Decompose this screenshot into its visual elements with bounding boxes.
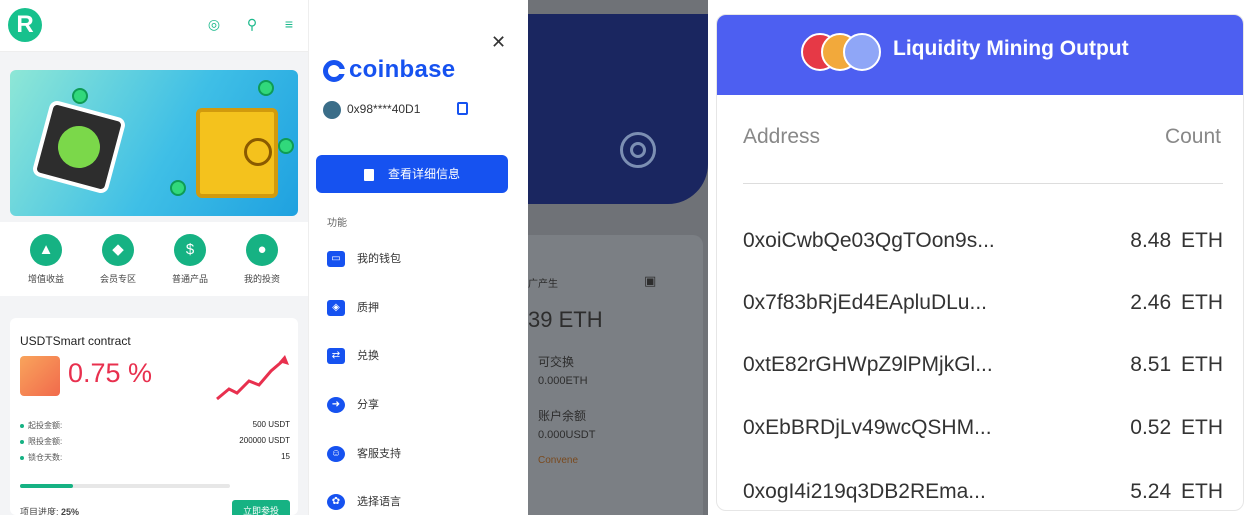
menu-item-exchange[interactable]: ⇄ 兑换	[327, 347, 379, 365]
dimmed-page-panel: 广产生 ▣ 39 ETH 可交换 0.000ETH 账户余额 0.000USDT…	[528, 0, 708, 515]
column-count: Count	[1164, 125, 1221, 148]
promo-banner[interactable]	[10, 70, 298, 216]
language-icon: ✿	[327, 494, 345, 511]
dimmed-card: 广产生 ▣ 39 ETH 可交换 0.000ETH 账户余额 0.000USDT…	[528, 235, 703, 515]
headset-icon[interactable]: ◎	[205, 15, 223, 33]
wallet-address: 0x98****40D1	[347, 102, 421, 116]
share-icon: ➜	[327, 397, 345, 414]
diamond-icon: ◆	[102, 234, 134, 266]
invest-button[interactable]: 立即参投	[232, 500, 290, 515]
balance-value: 0.000USDT	[538, 429, 596, 441]
progress-bar	[20, 484, 230, 488]
section-label: 功能	[327, 218, 347, 229]
exchange-label: 可交换	[538, 355, 575, 369]
nav-item-member[interactable]: ◆ 会员专区	[88, 234, 148, 285]
menu-icon[interactable]: ≡	[280, 15, 298, 33]
product-rate: 0.75 %	[68, 358, 153, 388]
table-row: 0x7f83bRjEd4EApluDLu... 2.46 ETH	[743, 291, 1223, 314]
nav-item-investment[interactable]: ● 我的投资	[232, 234, 292, 285]
column-address: Address	[743, 125, 821, 148]
convene-link: Convene	[538, 455, 579, 466]
exchange-icon: ⇄	[327, 348, 345, 365]
wallet-icon: ▭	[327, 251, 345, 268]
quick-nav: ▲ 增值收益 ◆ 会员专区 $ 普通产品 ● 我的投资	[0, 222, 308, 296]
menu-item-pledge[interactable]: ◈ 质押	[327, 299, 379, 317]
liquidity-title: Liquidity Mining Output	[893, 37, 1129, 60]
menu-item-support[interactable]: ☺ 客服支持	[327, 445, 401, 463]
close-icon[interactable]: ✕	[491, 32, 506, 53]
cube-illustration	[31, 99, 127, 195]
table-row: 0xogI4i219q3DB2REma... 5.24 ETH	[743, 480, 1223, 503]
liquidity-header: Liquidity Mining Output	[717, 15, 1243, 95]
nav-item-income[interactable]: ▲ 增值收益	[16, 234, 76, 285]
menu-item-share[interactable]: ➜ 分享	[327, 396, 379, 414]
coinbase-drawer: ✕ coinbase 0x98****40D1 查看详细信息 功能 ▭ 我的钱包 …	[308, 0, 528, 515]
table-row: 0xEbBRDjLv49wcQSHM... 0.52 ETH	[743, 416, 1223, 439]
liquidity-output-panel: Liquidity Mining Output Address Count 0x…	[716, 14, 1244, 511]
safe-illustration	[196, 108, 278, 198]
clipboard-icon: ▣	[644, 273, 657, 288]
table-divider	[743, 183, 1223, 184]
product-card[interactable]: USDTSmart contract 0.75 % 起投金额: 500 USDT …	[10, 318, 298, 515]
progress-fill	[20, 484, 73, 488]
coin-icon	[72, 88, 88, 104]
nav-label: 会员专区	[99, 274, 136, 284]
dimmed-header	[528, 14, 708, 204]
product-image	[20, 356, 60, 396]
money-bag-icon: $	[174, 234, 206, 266]
nav-label: 我的投资	[243, 274, 280, 284]
max-invest-row: 限投金额: 200000 USDT	[20, 436, 290, 447]
coin-icon	[170, 180, 186, 196]
pledge-icon: ◈	[327, 300, 345, 317]
dimmed-label: 广产生	[528, 279, 558, 290]
brand-name: coinbase	[349, 56, 456, 83]
ethereum-token-icon	[843, 33, 881, 71]
menu-item-language[interactable]: ✿ 选择语言	[327, 493, 401, 511]
min-invest-row: 起投金额: 500 USDT	[20, 420, 290, 431]
nav-item-products[interactable]: $ 普通产品	[160, 234, 220, 285]
product-title: USDTSmart contract	[20, 334, 131, 348]
progress-text: 项目进度: 25%	[20, 507, 80, 515]
table-row: 0xtE82rGHWpZ9lPMjkGl... 8.51 ETH	[743, 353, 1223, 376]
menu-item-wallet[interactable]: ▭ 我的钱包	[327, 250, 401, 268]
view-details-label: 查看详细信息	[387, 167, 460, 181]
table-row: 0xoiCwbQe03QgTOon9s... 8.48 ETH	[743, 229, 1223, 252]
coin-icon	[278, 138, 294, 154]
balance-label: 账户余额	[538, 409, 587, 423]
search-icon[interactable]: ⚲	[243, 15, 261, 33]
trend-chart-icon	[216, 355, 289, 401]
app-home-panel: R ◎ ⚲ ≡ ▲ 增值收益 ◆ 会员专区 $ 普通产品 ● 我的投资 USDT…	[0, 0, 308, 515]
avatar	[323, 101, 341, 119]
copy-icon[interactable]	[457, 102, 468, 115]
view-details-button[interactable]: 查看详细信息	[316, 155, 508, 193]
app-logo: R	[8, 8, 42, 42]
lock-days-row: 锁仓天数: 15	[20, 452, 290, 463]
nav-label: 增值收益	[27, 274, 64, 284]
chart-icon: ▲	[30, 234, 62, 266]
nav-label: 普通产品	[171, 274, 208, 284]
dimmed-amount: 39 ETH	[528, 307, 603, 332]
exchange-value: 0.000ETH	[538, 375, 588, 387]
document-icon	[363, 168, 374, 181]
top-bar: R ◎ ⚲ ≡	[0, 0, 308, 52]
coinbase-logo-icon	[323, 60, 346, 82]
coin-icon	[258, 80, 274, 96]
coin-icon: ●	[246, 234, 278, 266]
support-icon: ☺	[327, 446, 345, 463]
